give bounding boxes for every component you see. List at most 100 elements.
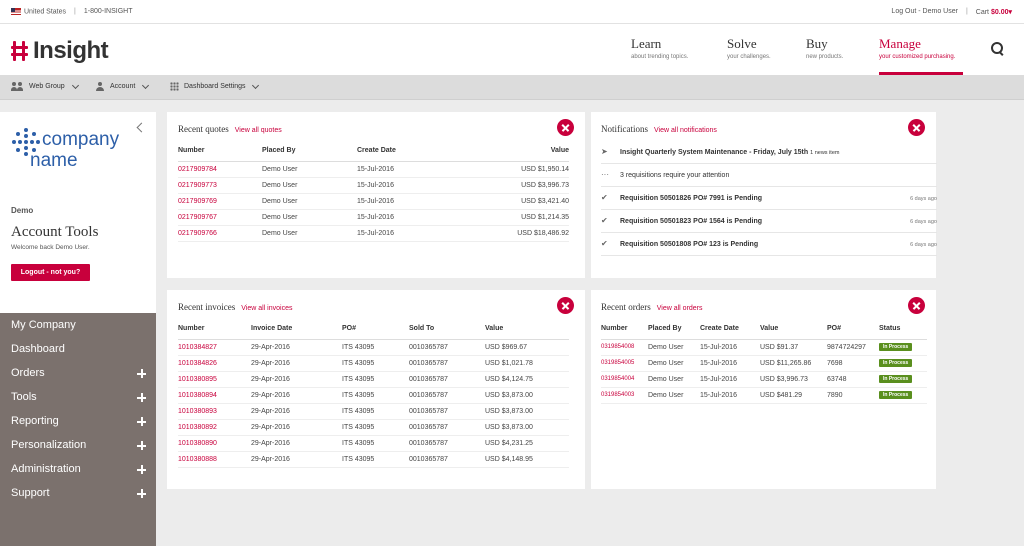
table-row: 0319854003 Demo User 15-Jul-2016 USD $481.2… [601, 387, 927, 404]
close-icon[interactable] [908, 119, 925, 136]
account-tools-card: company name Demo Account Tools Welcome … [0, 112, 156, 313]
plus-icon [137, 417, 146, 426]
table-header-row: Number Placed By Create Date Value [178, 141, 569, 162]
table-row: 0217909769 Demo User 15-Jul-2016 USD $3,421… [178, 193, 569, 210]
plus-icon [137, 489, 146, 498]
orders-table: Number Placed By Create Date Value PO# Status… [601, 319, 927, 404]
sidebar-item-orders[interactable]: Orders [11, 367, 149, 383]
plus-icon [137, 465, 146, 474]
close-icon[interactable] [557, 119, 574, 136]
table-row: 1010384826 29-Apr-2016 ITS 43095 0010365787… [178, 355, 569, 372]
quote-number-link[interactable]: 0217909767 [178, 209, 262, 226]
logout-link[interactable]: Log Out - Demo User [891, 8, 958, 16]
panel-title: Recent quotes View all quotes [178, 124, 282, 134]
chevron-left-icon[interactable] [136, 122, 147, 133]
table-row: 1010380890 29-Apr-2016 ITS 43095 0010365787… [178, 435, 569, 452]
panel-title: Notifications View all notifications [601, 124, 717, 134]
sidebar-item-my-company[interactable]: My Company [11, 319, 149, 335]
invoice-number-link[interactable]: 1010384827 [178, 339, 251, 356]
insight-logo[interactable]: Insight [11, 37, 109, 65]
table-header-row: Number Invoice Date PO# Sold To Value [178, 319, 569, 340]
table-row: 0319854004 Demo User 15-Jul-2016 USD $3,996… [601, 371, 927, 388]
table-row: 1010380892 29-Apr-2016 ITS 43095 0010365787… [178, 419, 569, 436]
phone-number[interactable]: 1-800-INSIGHT [84, 8, 133, 15]
table-row: 0319854008 Demo User 15-Jul-2016 USD $91.37… [601, 339, 927, 356]
close-icon[interactable] [557, 297, 574, 314]
user-short-name: Demo [11, 206, 34, 215]
notifications-panel: Notifications View all notifications ➤ In… [591, 112, 937, 278]
logo-text: Insight [33, 37, 109, 64]
table-row: 1010384827 29-Apr-2016 ITS 43095 0010365787… [178, 339, 569, 356]
panel-title: Recent invoices View all invoices [178, 302, 293, 312]
status-badge: In Process [879, 343, 913, 351]
chevron-down-icon [252, 81, 260, 89]
logout-button[interactable]: Logout - not you? [11, 264, 90, 281]
sidebar-item-administration[interactable]: Administration [11, 463, 149, 479]
nav-manage[interactable]: Manage your customized purchasing. [879, 36, 955, 60]
table-row: 0217909784 Demo User 15-Jul-2016 USD $1,950… [178, 161, 569, 178]
notification-item[interactable]: ➤ Insight Quarterly System Maintenance -… [601, 141, 937, 164]
country-selector[interactable]: United States [11, 8, 66, 15]
cart-link[interactable]: Cart $0.00▾ [976, 8, 1012, 16]
quote-number-link[interactable]: 0217909769 [178, 193, 262, 210]
quote-number-link[interactable]: 0217909766 [178, 225, 262, 242]
view-all-quotes-link[interactable]: View all quotes [235, 127, 282, 134]
recent-invoices-panel: Recent invoices View all invoices Number I… [167, 290, 585, 489]
view-all-invoices-link[interactable]: View all invoices [241, 305, 292, 312]
view-all-orders-link[interactable]: View all orders [657, 305, 703, 312]
notification-item[interactable]: ✔ Requisition 50501826 PO# 7991 is Pendi… [601, 187, 937, 210]
status-badge: In Process [879, 359, 913, 367]
sidebar-item-dashboard[interactable]: Dashboard [11, 343, 149, 359]
invoice-number-link[interactable]: 1010380888 [178, 451, 251, 468]
notification-item[interactable]: ✔ Requisition 50501808 PO# 123 is Pendin… [601, 233, 937, 256]
dashboard-settings-menu[interactable]: Dashboard Settings [170, 81, 260, 91]
close-icon[interactable] [908, 297, 925, 314]
order-number-link[interactable]: 0319854003 [601, 387, 648, 404]
plus-icon [137, 369, 146, 378]
table-header-row: Number Placed By Create Date Value PO# Status [601, 319, 927, 340]
invoice-number-link[interactable]: 1010380893 [178, 403, 251, 420]
dots-icon: ··· [601, 170, 609, 179]
invoice-number-link[interactable]: 1010380890 [178, 435, 251, 452]
nav-buy[interactable]: Buy new products. [806, 36, 843, 60]
sidebar-item-tools[interactable]: Tools [11, 391, 149, 407]
table-row: 1010380893 29-Apr-2016 ITS 43095 0010365787… [178, 403, 569, 420]
notification-item[interactable]: ✔ Requisition 50501823 PO# 1564 is Pendi… [601, 210, 937, 233]
us-flag-icon [11, 8, 21, 15]
sidebar-item-personalization[interactable]: Personalization [11, 439, 149, 455]
status-badge: In Process [879, 391, 913, 399]
invoice-number-link[interactable]: 1010380894 [178, 387, 251, 404]
search-icon[interactable] [990, 41, 1006, 57]
order-number-link[interactable]: 0319854005 [601, 355, 648, 372]
check-icon: ✔ [601, 216, 608, 225]
account-sidebar: company name Demo Account Tools Welcome … [0, 112, 156, 546]
order-number-link[interactable]: 0319854008 [601, 339, 648, 356]
account-tools-title: Account Tools [11, 224, 99, 240]
sidebar-item-reporting[interactable]: Reporting [11, 415, 149, 431]
sidebar-item-support[interactable]: Support [11, 487, 149, 503]
quote-number-link[interactable]: 0217909773 [178, 177, 262, 194]
web-group-menu[interactable]: Web Group [11, 81, 79, 91]
order-number-link[interactable]: 0319854004 [601, 371, 648, 388]
plus-icon [137, 441, 146, 450]
account-menu[interactable]: Account [96, 81, 150, 91]
insight-logo-icon [11, 41, 29, 61]
invoice-number-link[interactable]: 1010380895 [178, 371, 251, 388]
notification-item[interactable]: ··· 3 requisitions require your attentio… [601, 164, 937, 187]
quote-number-link[interactable]: 0217909784 [178, 161, 262, 178]
invoice-number-link[interactable]: 1010384826 [178, 355, 251, 372]
quotes-table: Number Placed By Create Date Value 02179097… [178, 141, 569, 242]
chevron-down-icon [71, 81, 79, 89]
recent-quotes-panel: Recent quotes View all quotes Number Place… [167, 112, 585, 278]
divider: | [965, 8, 968, 15]
nav-solve[interactable]: Solve your challenges. [727, 36, 771, 60]
nav-learn[interactable]: Learn about trending topics. [631, 36, 688, 60]
status-badge: In Process [879, 375, 913, 383]
main-header: Insight Learn about trending topics. Sol… [0, 24, 1024, 75]
plus-icon [137, 393, 146, 402]
view-all-notifications-link[interactable]: View all notifications [654, 127, 717, 134]
send-icon: ➤ [601, 147, 608, 156]
invoice-number-link[interactable]: 1010380892 [178, 419, 251, 436]
invoices-table: Number Invoice Date PO# Sold To Value 101038… [178, 319, 569, 468]
welcome-text: Welcome back Demo User. [11, 244, 90, 251]
